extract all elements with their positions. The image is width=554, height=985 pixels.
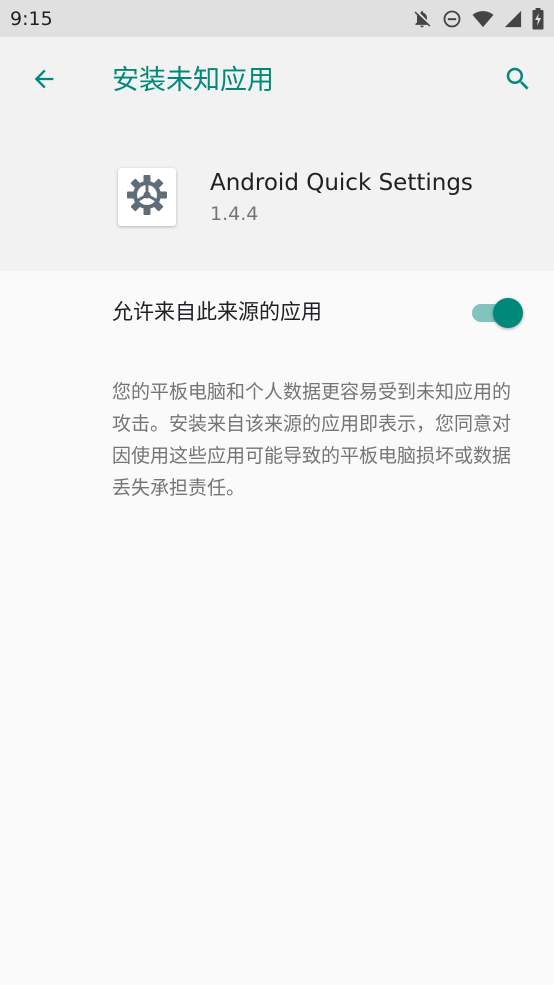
allow-unknown-sources-switch[interactable] — [472, 298, 526, 328]
app-icon — [118, 168, 176, 226]
app-name: Android Quick Settings — [210, 170, 473, 196]
search-icon — [503, 64, 533, 98]
warning-text: 您的平板电脑和个人数据更容易受到未知应用的攻击。安装来自该来源的应用即表示，您同… — [112, 381, 512, 499]
notifications-off-icon — [412, 9, 432, 29]
signal-icon — [504, 9, 522, 29]
gear-icon — [125, 173, 169, 221]
arrow-back-icon — [30, 65, 58, 97]
do-not-disturb-icon — [442, 9, 462, 29]
switch-thumb — [493, 298, 523, 328]
app-bar: 安装未知应用 — [0, 37, 554, 127]
wifi-icon — [472, 9, 494, 29]
status-icons — [412, 7, 544, 31]
status-bar: 9:15 — [0, 0, 554, 37]
search-button[interactable] — [496, 59, 540, 103]
status-time: 9:15 — [10, 8, 53, 30]
setting-label: 允许来自此来源的应用 — [112, 300, 322, 324]
back-button[interactable] — [22, 59, 66, 103]
page-title: 安装未知应用 — [112, 65, 274, 96]
allow-unknown-sources-row[interactable]: 允许来自此来源的应用 — [0, 271, 554, 355]
app-version: 1.4.4 — [210, 203, 259, 225]
battery-charging-icon — [532, 8, 544, 30]
app-header: Android Quick Settings 1.4.4 — [0, 127, 554, 271]
